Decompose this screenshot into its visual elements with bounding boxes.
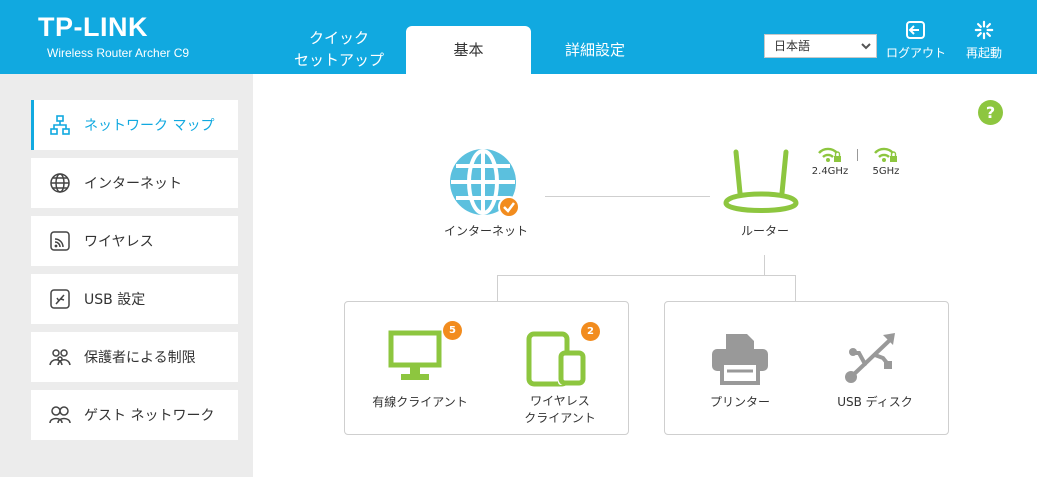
wireless-icon	[48, 229, 72, 253]
tab-basic[interactable]: 基本	[406, 26, 531, 74]
network-map-icon	[48, 113, 72, 137]
sidebar-item-label: 保護者による制限	[84, 350, 196, 366]
logout-label: ログアウト	[886, 46, 947, 60]
connector-line	[795, 275, 796, 302]
wired-clients-label: 有線クライアント	[372, 395, 468, 409]
sidebar-item-internet[interactable]: インターネット	[31, 158, 238, 208]
sidebar-item-label: ワイヤレス	[84, 234, 154, 250]
band-5ghz-label: 5GHz	[872, 166, 900, 177]
connector-line	[764, 255, 765, 275]
printer-label: プリンター	[709, 395, 770, 409]
router-node[interactable]	[722, 147, 800, 217]
wireless-clients-node[interactable]	[526, 331, 588, 387]
band-divider	[857, 149, 858, 161]
globe-icon	[48, 171, 72, 195]
wireless-clients-label-line2: クライアント	[524, 411, 596, 425]
logout-icon	[906, 21, 925, 39]
reboot-button[interactable]: 再起動	[962, 20, 1006, 61]
tablet-phone-icon	[526, 331, 586, 387]
globe-icon	[450, 149, 520, 218]
guest-icon	[48, 403, 72, 427]
sidebar: ネットワーク マップ インターネット ワイヤレス USB 設定 保護者による制限…	[0, 74, 253, 477]
sidebar-item-usb[interactable]: USB 設定	[31, 274, 238, 324]
tab-basic-label: 基本	[453, 41, 484, 59]
logout-button[interactable]: ログアウト	[886, 20, 946, 61]
sidebar-item-parental-controls[interactable]: 保護者による制限	[31, 332, 238, 382]
sidebar-item-label: ゲスト ネットワーク	[84, 408, 215, 424]
printer-node[interactable]	[709, 331, 771, 385]
sidebar-item-network-map[interactable]: ネットワーク マップ	[31, 100, 238, 150]
connector-line	[497, 275, 796, 276]
wired-clients-count-badge: 5	[443, 321, 462, 340]
wifi-5ghz-icon	[874, 147, 897, 162]
tab-quick-setup-line2: セットアップ	[293, 51, 384, 69]
monitor-icon	[388, 330, 442, 380]
help-button[interactable]: ?	[978, 100, 1003, 125]
top-bar: TP-LINK Wireless Router Archer C9 クイック セ…	[0, 0, 1037, 74]
sidebar-item-label: ネットワーク マップ	[84, 118, 215, 134]
tab-advanced-label: 詳細設定	[564, 41, 625, 59]
router-icon	[723, 149, 799, 213]
sidebar-item-wireless[interactable]: ワイヤレス	[31, 216, 238, 266]
wired-clients-node[interactable]	[388, 330, 444, 382]
parental-icon	[48, 345, 72, 369]
internet-node[interactable]	[446, 147, 522, 219]
router-label: ルーター	[740, 224, 789, 238]
sidebar-item-label: USB 設定	[84, 292, 146, 308]
language-value: 日本語	[774, 39, 811, 53]
wireless-clients-label: ワイヤレス クライアント	[505, 393, 615, 427]
sidebar-item-label: インターネット	[84, 176, 182, 192]
language-select[interactable]: 日本語	[764, 34, 877, 58]
sidebar-item-guest-network[interactable]: ゲスト ネットワーク	[31, 390, 238, 440]
reboot-label: 再起動	[965, 46, 1002, 60]
usb-devices-panel	[664, 301, 949, 435]
wireless-clients-count-badge: 2	[581, 322, 600, 341]
connector-line	[545, 196, 710, 197]
printer-icon	[712, 334, 768, 385]
tab-quick-setup[interactable]: クイック セットアップ	[276, 24, 402, 74]
usb-icon	[48, 287, 72, 311]
usb-disk-node[interactable]	[843, 331, 903, 385]
connector-line	[497, 275, 498, 302]
usb-symbol-icon	[845, 333, 895, 383]
tab-quick-setup-line1: クイック	[308, 29, 369, 47]
wireless-clients-label-line1: ワイヤレス	[530, 394, 590, 408]
reboot-icon	[974, 20, 994, 40]
internet-label: インターネット	[443, 224, 528, 238]
brand-name: TP-LINK	[38, 12, 148, 42]
tab-advanced[interactable]: 詳細設定	[531, 26, 659, 74]
band-24ghz-label: 2.4GHz	[811, 166, 849, 177]
usb-disk-label: USB ディスク	[837, 395, 913, 409]
router-model: Wireless Router Archer C9	[47, 46, 190, 60]
wifi-24ghz-icon	[818, 147, 841, 162]
tp-link-logo: TP-LINK Wireless Router Archer C9	[38, 12, 190, 61]
chevron-down-icon	[861, 43, 871, 50]
